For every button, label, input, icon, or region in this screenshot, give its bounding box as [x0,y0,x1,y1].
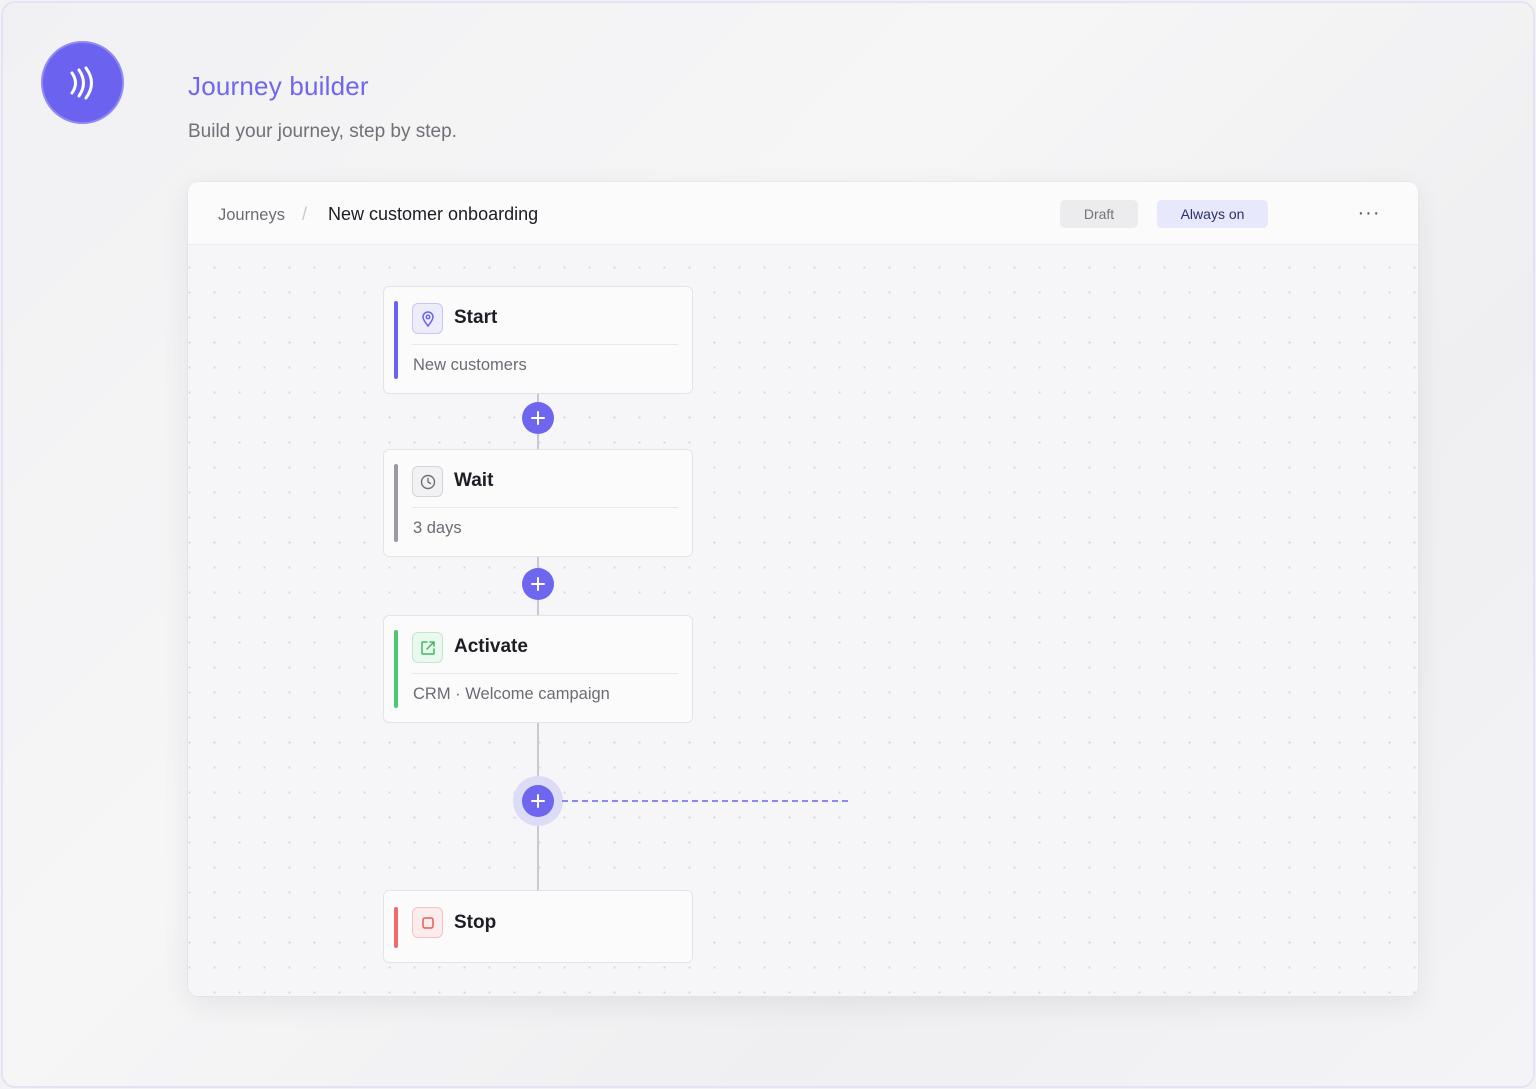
external-link-icon [412,632,443,663]
step-accent-bar [394,630,398,708]
journey-card: Journeys / New customer onboarding Draft… [188,182,1418,996]
map-pin-icon [412,303,443,334]
step-divider [412,507,678,508]
clock-icon [412,466,443,497]
add-step-button[interactable] [522,568,554,600]
step-accent-bar [394,464,398,542]
step-divider [412,673,678,674]
brand-logo[interactable] [41,41,124,124]
page-title: Journey builder [188,71,369,101]
always-on-badge[interactable]: Always on [1157,200,1268,228]
more-options-button[interactable]: ··· [1354,202,1384,224]
step-accent-bar [394,907,398,948]
stop-square-icon [412,907,443,938]
branch-dashed-line [562,800,848,802]
step-card-stop[interactable]: Stop [383,890,693,963]
page-subtitle: Build your journey, step by step. [188,121,457,142]
app-frame: Journey builder Build your journey, step… [1,1,1535,1088]
draft-badge: Draft [1060,200,1138,228]
plus-icon [531,577,545,591]
step-title: Start [454,307,498,328]
step-card-start[interactable]: Start New customers [383,286,693,394]
breadcrumb-separator: / [302,204,308,224]
card-header: Journeys / New customer onboarding Draft… [188,182,1418,245]
signal-waves-icon [70,66,93,99]
step-title: Activate [454,636,528,657]
add-step-button[interactable] [522,402,554,434]
step-title: Wait [454,470,494,491]
breadcrumb-current: New customer onboarding [328,204,539,224]
plus-icon [531,411,545,425]
step-title: Stop [454,912,497,933]
step-subtitle: CRM · Welcome campaign [413,685,610,703]
step-subtitle: 3 days [413,519,462,537]
step-subtitle: New customers [413,356,527,374]
step-card-wait[interactable]: Wait 3 days [383,449,693,557]
step-accent-bar [394,301,398,379]
breadcrumb-journeys-link[interactable]: Journeys [218,206,285,225]
journey-canvas[interactable]: Start New customers Wait 3 days Activate… [188,245,1418,996]
add-branch-button[interactable] [522,785,554,817]
step-card-activate[interactable]: Activate CRM · Welcome campaign [383,615,693,723]
plus-icon [531,794,545,808]
step-divider [412,344,678,345]
